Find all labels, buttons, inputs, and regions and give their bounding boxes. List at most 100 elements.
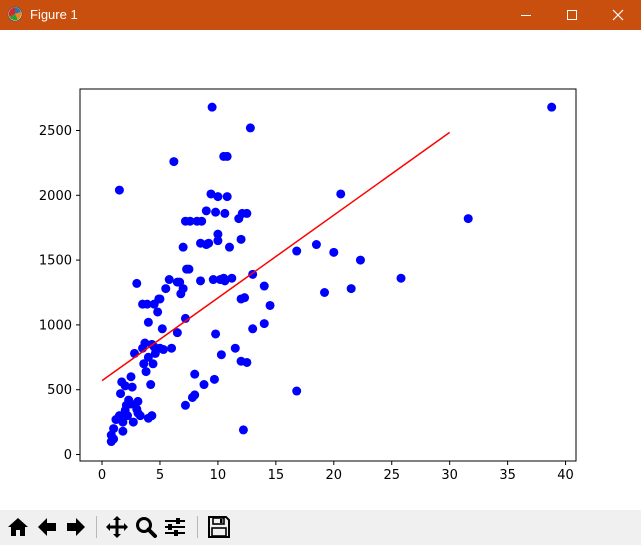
- y-tick-label: 0: [64, 448, 72, 463]
- scatter-point: [204, 238, 214, 248]
- maximize-button[interactable]: [549, 0, 595, 30]
- scatter-point: [201, 206, 211, 216]
- scatter-point: [143, 317, 153, 327]
- scatter-point: [155, 294, 165, 304]
- x-tick-label: 25: [383, 468, 400, 483]
- scatter-point: [336, 189, 346, 199]
- title-bar[interactable]: Figure 1: [0, 0, 641, 30]
- back-arrow-icon: [38, 518, 56, 536]
- scatter-point: [132, 278, 142, 288]
- scatter-point: [147, 411, 157, 421]
- forward-arrow-icon: [67, 518, 85, 536]
- scatter-point: [161, 284, 171, 294]
- scatter-point: [220, 208, 230, 218]
- scatter-point: [114, 185, 124, 195]
- x-tick-label: 35: [499, 468, 516, 483]
- x-tick-label: 40: [557, 468, 574, 483]
- scatter-point: [157, 324, 167, 334]
- scatter-point: [127, 382, 137, 392]
- scatter-point: [230, 343, 240, 353]
- scatter-point: [236, 234, 246, 244]
- matplotlib-app-icon: [7, 6, 23, 22]
- scatter-point: [153, 307, 163, 317]
- scatter-point: [190, 390, 200, 400]
- scatter-point: [259, 281, 269, 291]
- scatter-point: [135, 411, 145, 421]
- scatter-point: [158, 345, 168, 355]
- zoom-icon: [136, 517, 157, 538]
- pan-icon: [106, 516, 128, 538]
- scatter-point: [197, 216, 207, 226]
- y-tick-label: 500: [47, 383, 72, 398]
- scatter-point: [222, 151, 232, 161]
- scatter-point: [216, 350, 226, 360]
- y-tick-label: 1000: [39, 318, 72, 333]
- configure-subplots-icon: [165, 518, 185, 536]
- scatter-point: [240, 293, 250, 303]
- scatter-point: [178, 242, 188, 252]
- scatter-point: [164, 275, 174, 285]
- minimize-button[interactable]: [503, 0, 549, 30]
- x-tick-label: 20: [326, 468, 343, 483]
- home-icon: [8, 518, 28, 536]
- scatter-point: [346, 284, 356, 294]
- scatter-point: [265, 300, 275, 310]
- scatter-point: [211, 207, 221, 217]
- zoom-button[interactable]: [133, 514, 159, 540]
- maximize-icon: [567, 10, 577, 20]
- back-button[interactable]: [34, 514, 60, 540]
- x-tick-label: 30: [441, 468, 458, 483]
- scatter-point: [109, 434, 119, 444]
- scatter-point: [128, 417, 138, 427]
- scatter-point: [396, 273, 406, 283]
- scatter-point: [167, 343, 177, 353]
- x-tick-label: 15: [268, 468, 285, 483]
- scatter-point: [245, 123, 255, 133]
- scatter-point: [133, 396, 143, 406]
- configure-subplots-button[interactable]: [162, 514, 188, 540]
- home-button[interactable]: [5, 514, 31, 540]
- forward-button[interactable]: [63, 514, 89, 540]
- scatter-point: [209, 374, 219, 384]
- regression-line: [101, 131, 451, 382]
- scatter-point: [242, 208, 252, 218]
- scatter-point: [222, 192, 232, 202]
- navigation-toolbar: [0, 510, 641, 545]
- scatter-point: [184, 264, 194, 274]
- close-button[interactable]: [595, 0, 641, 30]
- scatter-point: [292, 246, 302, 256]
- scatter-point: [292, 386, 302, 396]
- y-tick-label: 2000: [39, 189, 72, 204]
- scatter-point: [118, 426, 128, 436]
- pan-button[interactable]: [104, 514, 130, 540]
- save-button[interactable]: [206, 514, 232, 540]
- scatter-point: [196, 276, 206, 286]
- scatter-point: [547, 102, 557, 112]
- scatter-point: [320, 287, 330, 297]
- scatter-point: [178, 284, 188, 294]
- scatter-point: [213, 236, 223, 246]
- scatter-point: [199, 380, 209, 390]
- figure-canvas[interactable]: 0 5 10 15 20 25 30 35 40 0 500 1000 1500 2000 2500: [0, 30, 641, 510]
- scatter-point: [190, 369, 200, 379]
- scatter-point: [109, 424, 119, 434]
- x-tick-label: 0: [98, 468, 106, 483]
- scatter-point: [242, 357, 252, 367]
- scatter-point: [224, 242, 234, 252]
- scatter-point: [311, 240, 321, 250]
- x-tick-label: 10: [210, 468, 227, 483]
- scatter-point: [355, 255, 365, 265]
- scatter-point: [227, 273, 237, 283]
- y-tick-label: 1500: [39, 254, 72, 269]
- scatter-point: [141, 367, 151, 377]
- x-tick-label: 5: [156, 468, 164, 483]
- scatter-point: [238, 425, 248, 435]
- scatter-point: [259, 319, 269, 329]
- scatter-point: [116, 389, 126, 399]
- y-tick-label: 2500: [39, 124, 72, 139]
- scatter-point: [180, 400, 190, 410]
- scatter-point: [329, 247, 339, 257]
- scatter-point: [169, 157, 179, 167]
- scatter-point: [146, 380, 156, 390]
- scatter-point: [148, 359, 158, 369]
